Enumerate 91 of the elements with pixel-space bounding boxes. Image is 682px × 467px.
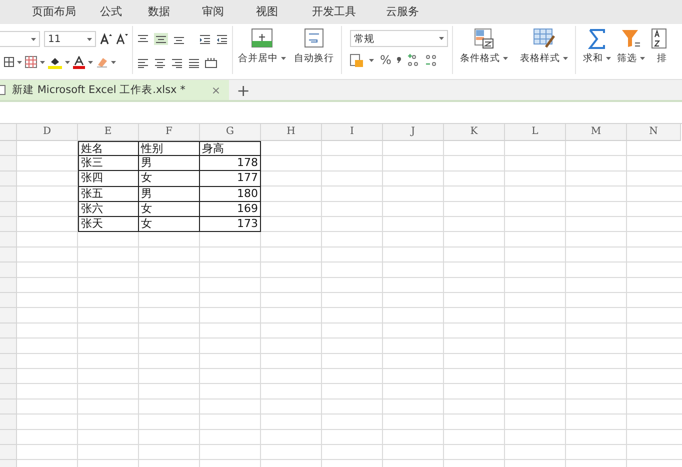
font-color-icon[interactable] — [73, 56, 85, 68]
column-header[interactable]: J — [383, 124, 444, 141]
table-cell: 男 — [139, 186, 200, 202]
table-cell: 张三 — [78, 156, 139, 172]
document-icon — [0, 85, 6, 95]
number-format-dropdown[interactable]: 常规 — [350, 30, 448, 47]
ribbon-button[interactable]: 排 — [648, 28, 676, 72]
table-cell: 169 — [200, 202, 261, 217]
table-cell: 张六 — [78, 202, 139, 217]
funnel-icon — [620, 28, 642, 49]
comma-icon[interactable] — [397, 57, 402, 63]
increase-decimal-icon[interactable] — [407, 54, 420, 66]
caret-icon[interactable] — [281, 57, 286, 60]
ribbon-button[interactable]: 条件格式 — [457, 28, 511, 72]
align-right-icon[interactable] — [171, 58, 183, 68]
menu-item[interactable]: 数据 — [136, 4, 182, 20]
caret-icon[interactable] — [31, 38, 36, 40]
caret-icon[interactable] — [87, 38, 92, 40]
table-cell: 173 — [200, 216, 261, 232]
ribbon-button[interactable]: 表格样式 — [517, 28, 571, 72]
table-cell: 张天 — [78, 216, 139, 232]
table-cell: 177 — [200, 171, 261, 187]
menu-item[interactable]: 公式 — [88, 4, 134, 20]
ribbon-button[interactable]: 自动换行 — [291, 28, 337, 72]
ribbon-button[interactable]: 求和 — [580, 28, 614, 72]
table-cell: 身高 — [200, 141, 261, 156]
caret-icon[interactable] — [111, 60, 116, 64]
wrap-text-icon — [303, 28, 325, 49]
column-header[interactable]: N — [627, 124, 681, 141]
sigma-icon — [586, 28, 608, 49]
table-brush-icon — [533, 28, 555, 49]
conditional-format-icon — [473, 28, 495, 49]
percent-button[interactable]: % — [380, 53, 392, 67]
ribbon-button[interactable]: 合并居中 — [235, 28, 289, 72]
caret-icon[interactable] — [40, 60, 45, 64]
column-header[interactable]: D — [17, 124, 78, 141]
font-shrink-icon[interactable] — [116, 33, 128, 45]
align-top-icon[interactable] — [137, 34, 149, 44]
close-tab-button[interactable]: × — [211, 84, 221, 96]
table-cell: 女 — [139, 171, 200, 187]
align-middle-icon[interactable] — [154, 33, 168, 45]
ribbon-button[interactable]: 筛选 — [614, 28, 648, 72]
caret-icon[interactable] — [369, 58, 374, 62]
decrease-decimal-icon[interactable] — [425, 54, 438, 66]
caret-icon[interactable] — [640, 57, 645, 60]
align-bottom-icon[interactable] — [173, 34, 185, 44]
column-header[interactable]: K — [444, 124, 505, 141]
column-header[interactable]: E — [78, 124, 139, 141]
menu-item[interactable]: 视图 — [244, 4, 290, 20]
column-header[interactable]: F — [139, 124, 200, 141]
caret-icon[interactable] — [88, 60, 93, 64]
justify-icon[interactable] — [188, 58, 200, 68]
grid-border-icon[interactable] — [25, 56, 37, 68]
document-tab[interactable]: 新建 Microsoft Excel 工作表.xlsx * × — [0, 80, 229, 100]
column-header[interactable]: G — [200, 124, 261, 141]
currency-icon[interactable] — [350, 54, 363, 66]
align-center-icon[interactable] — [154, 58, 166, 68]
table-cell: 女 — [139, 216, 200, 232]
table-cell: 女 — [139, 202, 200, 217]
table-cell: 张五 — [78, 186, 139, 202]
new-tab-button[interactable]: + — [228, 80, 258, 100]
column-header[interactable]: H — [261, 124, 322, 141]
menu-item[interactable]: 云服务 — [374, 4, 431, 20]
indent-increase-icon[interactable] — [216, 34, 228, 44]
font-size-dropdown[interactable]: 11 — [44, 31, 96, 47]
fill-color-icon[interactable] — [48, 56, 62, 68]
caret-icon[interactable] — [439, 37, 444, 40]
column-header[interactable]: M — [566, 124, 627, 141]
column-header[interactable]: L — [505, 124, 566, 141]
align-left-icon[interactable] — [137, 58, 149, 68]
merge-cells-icon — [251, 28, 273, 49]
caret-icon[interactable] — [563, 57, 568, 60]
font-grow-icon[interactable] — [100, 33, 112, 45]
distributed-icon[interactable] — [205, 58, 217, 68]
caret-icon[interactable] — [17, 60, 22, 64]
caret-icon[interactable] — [606, 57, 611, 60]
table-cell: 张四 — [78, 171, 139, 187]
menu-item[interactable]: 开发工具 — [300, 4, 368, 20]
caret-icon[interactable] — [503, 57, 508, 60]
table-cell: 性别 — [139, 141, 200, 156]
tab-title: 新建 Microsoft Excel 工作表.xlsx * — [12, 83, 186, 97]
menu-item[interactable]: 审阅 — [190, 4, 236, 20]
table-cell: 180 — [200, 186, 261, 202]
column-header[interactable]: I — [322, 124, 383, 141]
border-icon[interactable] — [4, 57, 14, 67]
table-cell: 178 — [200, 156, 261, 172]
indent-decrease-icon[interactable] — [199, 34, 211, 44]
table-cell: 男 — [139, 156, 200, 172]
menu-item[interactable]: 页面布局 — [20, 4, 88, 20]
caret-icon[interactable] — [65, 60, 70, 64]
table-cell: 姓名 — [78, 141, 139, 156]
